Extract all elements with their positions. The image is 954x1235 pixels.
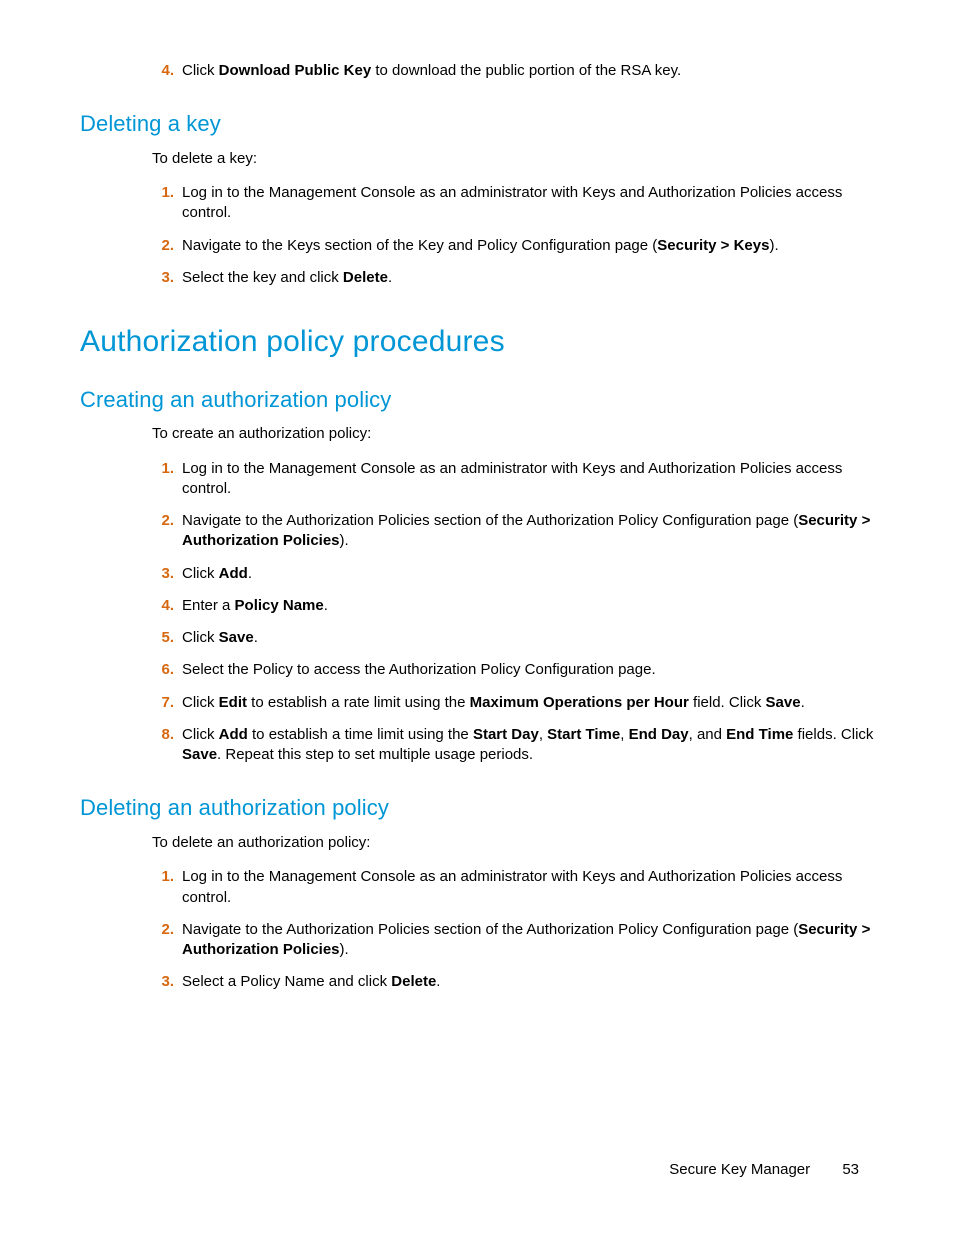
step-number: 5. [152, 628, 174, 648]
page-number: 53 [842, 1161, 859, 1178]
heading-delete-auth: Deleting an authorization policy [80, 793, 874, 823]
list-item: 3. Select a Policy Name and click Delete. [152, 966, 874, 998]
step-number: 6. [152, 660, 174, 680]
list-item: 2. Navigate to the Authorization Policies… [152, 914, 874, 967]
step-text: Select the Policy to access the Authoriz… [182, 661, 656, 678]
step-number: 3. [152, 268, 174, 288]
list-item: 3. Click Add. [152, 558, 874, 590]
step-text: Click Download Public Key to download th… [182, 62, 681, 79]
list-item: 1. Log in to the Management Console as an… [152, 453, 874, 506]
list-item: 4. Click Download Public Key to download… [152, 55, 874, 87]
list-item: 7. Click Edit to establish a rate limit u… [152, 687, 874, 719]
list-item: 2. Navigate to the Authorization Policies… [152, 505, 874, 558]
step-text: Select the key and click Delete. [182, 269, 392, 286]
list-item: 5. Click Save. [152, 622, 874, 654]
step-number: 1. [152, 459, 174, 479]
step-number: 1. [152, 867, 174, 887]
step-number: 2. [152, 236, 174, 256]
heading-create-auth: Creating an authorization policy [80, 385, 874, 415]
step-number: 2. [152, 511, 174, 531]
list-item: 6. Select the Policy to access the Author… [152, 654, 874, 686]
step-number: 1. [152, 183, 174, 203]
step-text: Navigate to the Authorization Policies s… [182, 512, 870, 549]
step-text: Enter a Policy Name. [182, 597, 328, 614]
intro-text: To delete a key: [152, 149, 874, 169]
step-text: Select a Policy Name and click Delete. [182, 973, 440, 990]
step-text: Log in to the Management Console as an a… [182, 460, 842, 497]
list-item: 3. Select the key and click Delete. [152, 262, 874, 294]
step-number: 4. [152, 61, 174, 81]
step-text: Click Save. [182, 629, 258, 646]
document-page: 4. Click Download Public Key to download… [0, 0, 954, 1235]
step-text: Click Add. [182, 565, 252, 582]
step-text: Log in to the Management Console as an a… [182, 868, 842, 905]
step-number: 3. [152, 972, 174, 992]
list-item: 1. Log in to the Management Console as an… [152, 861, 874, 914]
step-text: Click Edit to establish a rate limit usi… [182, 694, 805, 711]
list-item: 4. Enter a Policy Name. [152, 590, 874, 622]
list-item: 2. Navigate to the Keys section of the Ke… [152, 230, 874, 262]
step-text: Navigate to the Keys section of the Key … [182, 237, 779, 254]
list-item: 8. Click Add to establish a time limit us… [152, 719, 874, 772]
step-text: Click Add to establish a time limit usin… [182, 726, 873, 763]
intro-text: To delete an authorization policy: [152, 833, 874, 853]
step-number: 8. [152, 725, 174, 745]
step-number: 2. [152, 920, 174, 940]
step-number: 3. [152, 564, 174, 584]
step-list-delete-auth: 1. Log in to the Management Console as an… [152, 861, 874, 998]
step-text: Navigate to the Authorization Policies s… [182, 921, 870, 958]
step-list-delete-key: 1. Log in to the Management Console as an… [152, 177, 874, 294]
footer-title: Secure Key Manager [669, 1161, 810, 1178]
list-item: 1. Log in to the Management Console as an… [152, 177, 874, 230]
step-list-create-auth: 1. Log in to the Management Console as an… [152, 453, 874, 772]
heading-delete-key: Deleting a key [80, 109, 874, 139]
page-footer: Secure Key Manager 53 [669, 1160, 859, 1180]
step-number: 4. [152, 596, 174, 616]
step-text: Log in to the Management Console as an a… [182, 184, 842, 221]
step-list-top: 4. Click Download Public Key to download… [152, 55, 874, 87]
step-number: 7. [152, 693, 174, 713]
heading-authorization-procedures: Authorization policy procedures [80, 322, 874, 363]
intro-text: To create an authorization policy: [152, 424, 874, 444]
